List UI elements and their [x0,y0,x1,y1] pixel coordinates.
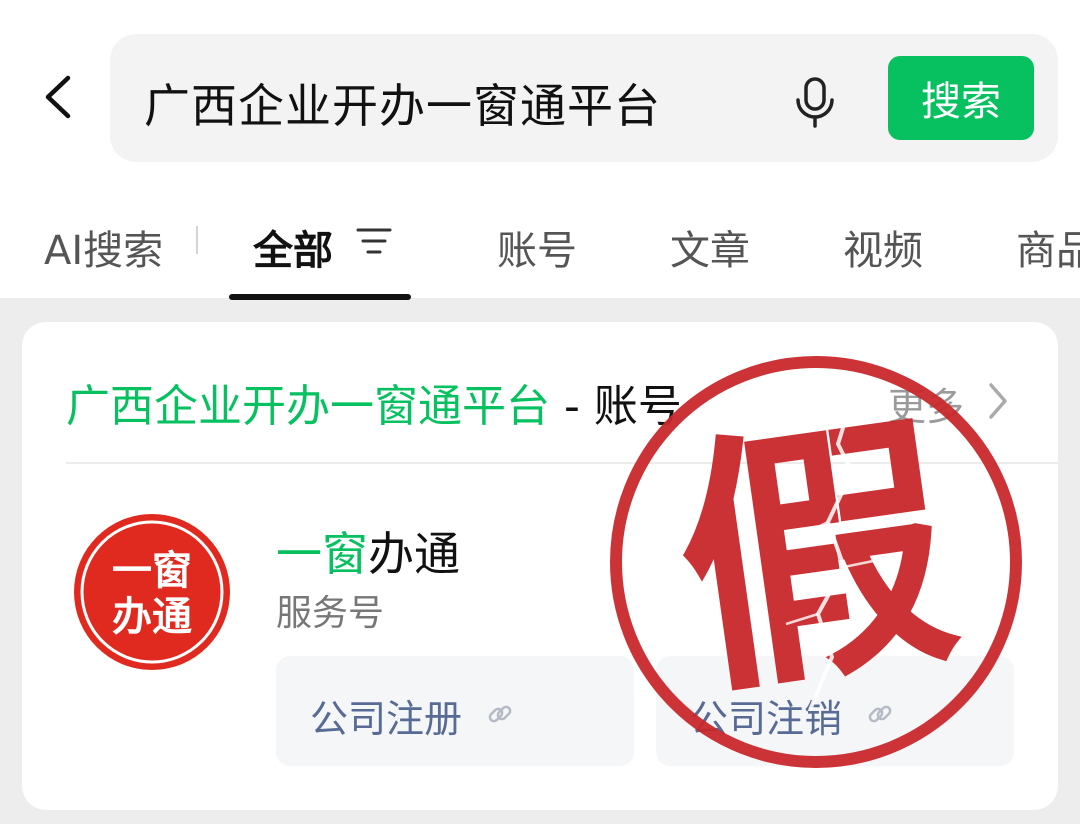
link-icon [488,705,512,723]
search-input[interactable]: 广西企业开办一窗通平台 [144,70,661,136]
service-company-registration[interactable]: 公司注册 [276,656,634,766]
tab-articles[interactable]: 文章 [670,218,750,276]
account-name-highlight: 一窗 [276,527,368,581]
tab-ai-search[interactable]: AI搜索 [44,218,163,276]
search-header: 广西企业开办一窗通平台 搜索 AI搜索 全部 账号 文章 视频 商品 [0,0,1080,300]
account-name-rest: 办通 [368,527,460,581]
logo-text-line1: 一窗 [112,548,192,594]
account-avatar[interactable]: 一窗 办通 [72,512,232,672]
tab-separator [196,226,198,254]
logo-text-line2: 办通 [112,594,192,640]
tab-videos[interactable]: 视频 [843,218,923,276]
fake-stamp: 假 [610,356,1022,768]
result-section-title: 广西企业开办一窗通平台 - 账号 [66,370,682,434]
tab-products[interactable]: 商品 [1016,218,1080,276]
microphone-icon[interactable] [790,76,840,128]
back-arrow-icon[interactable] [36,72,86,122]
search-bar[interactable]: 广西企业开办一窗通平台 搜索 [110,34,1058,162]
search-button[interactable]: 搜索 [888,56,1034,140]
title-keyword: 广西企业开办一窗通平台 [66,381,550,432]
account-name[interactable]: 一窗办通 [276,518,460,584]
active-tab-indicator [229,294,411,300]
account-type: 服务号 [276,593,385,634]
service-label: 公司注册 [310,697,463,741]
filter-icon[interactable] [356,226,392,256]
tab-all[interactable]: 全部 [253,218,333,276]
stamp-text: 假 [660,384,971,734]
tab-accounts[interactable]: 账号 [497,218,577,276]
